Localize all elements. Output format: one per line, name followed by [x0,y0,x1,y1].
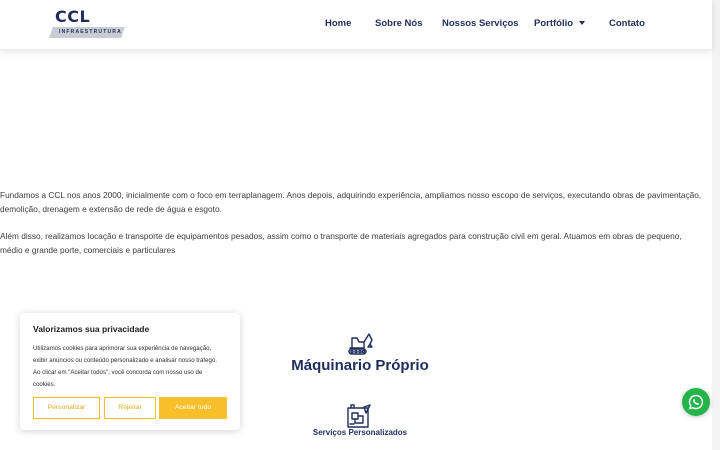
feature-title-maquinario: Máquinario Próprio [291,357,429,374]
nav-portfolio[interactable]: Portfólio [534,17,586,31]
feature-title-servicos: Serviços Personalizados [312,428,408,437]
about-paragraph-1: Fundamos a CCL nos anos 2000, inicialmen… [0,190,702,214]
nav-home[interactable]: Home [325,17,351,31]
site-header: CCL INFRAESTRUTURA Home Sobre Nós Nossos… [0,0,712,49]
whatsapp-button[interactable] [682,388,710,416]
accept-all-button[interactable]: Aceitar tudo [159,397,227,419]
whatsapp-icon [688,394,704,410]
chevron-down-icon [579,21,586,25]
scrollbar[interactable] [712,0,720,450]
nav-nossos-servicos[interactable]: Nossos Serviços [442,17,519,31]
cookie-text: Utilizamos cookies para aprimorar sua ex… [33,345,217,388]
blueprint-icon [347,404,371,428]
nav-sobre-nos[interactable]: Sobre Nós [375,17,423,31]
reject-button[interactable]: Rejeitar [104,397,156,419]
nav-contato[interactable]: Contato [609,17,645,31]
cookie-banner: Valorizamos sua privacidade Utilizamos c… [20,313,240,430]
excavator-icon [348,333,373,355]
cookie-title: Valorizamos sua privacidade [33,324,150,334]
about-paragraph-2: Além disso, realizamos locação e transpo… [0,231,682,255]
nav-portfolio-label: Portfólio [534,18,574,29]
customize-button[interactable]: Personalizar [33,397,100,419]
main-nav: Home Sobre Nós Nossos Serviços Portfólio… [0,17,712,33]
